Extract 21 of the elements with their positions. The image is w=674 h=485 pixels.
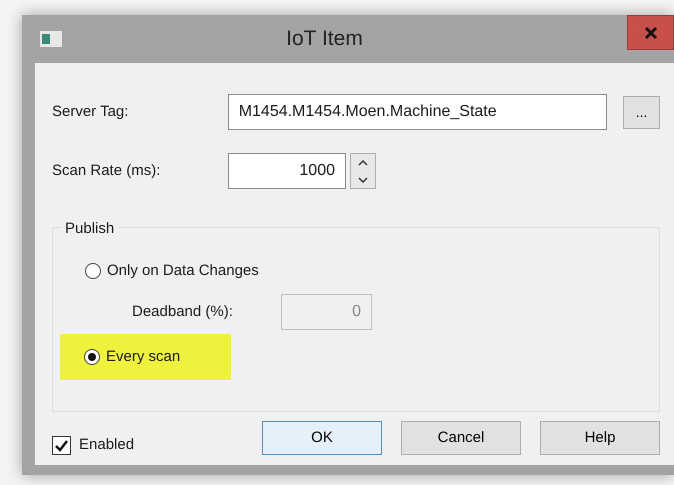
browse-button[interactable]: ...	[623, 96, 660, 128]
dialog-button[interactable]: Help	[540, 421, 660, 456]
enabled-checkbox[interactable]	[52, 436, 71, 455]
spin-buttons[interactable]	[350, 153, 376, 189]
radio-label: Every scan	[106, 346, 180, 367]
check-icon	[54, 438, 69, 452]
dialog-button[interactable]: OK	[262, 421, 382, 456]
field-label: Deadband (%):	[132, 302, 234, 322]
dialog-button[interactable]: Cancel	[401, 421, 521, 456]
radio-label: Only on Data Changes	[107, 260, 259, 281]
server-tag-field[interactable]: M1454.M1454.Moen.Machine_State	[228, 94, 608, 130]
close-icon	[644, 26, 658, 40]
window-title: IoT Item	[285, 26, 364, 52]
close-button[interactable]	[627, 15, 674, 50]
field-label: Server Tag:	[52, 102, 130, 122]
field-label: Scan Rate (ms):	[52, 160, 162, 181]
radio-button[interactable]	[84, 349, 100, 365]
window-icon	[40, 31, 62, 47]
scan-rate-field[interactable]: 1000	[228, 153, 346, 189]
checkbox-label: Enabled	[79, 435, 134, 455]
radio-button[interactable]	[85, 263, 101, 279]
